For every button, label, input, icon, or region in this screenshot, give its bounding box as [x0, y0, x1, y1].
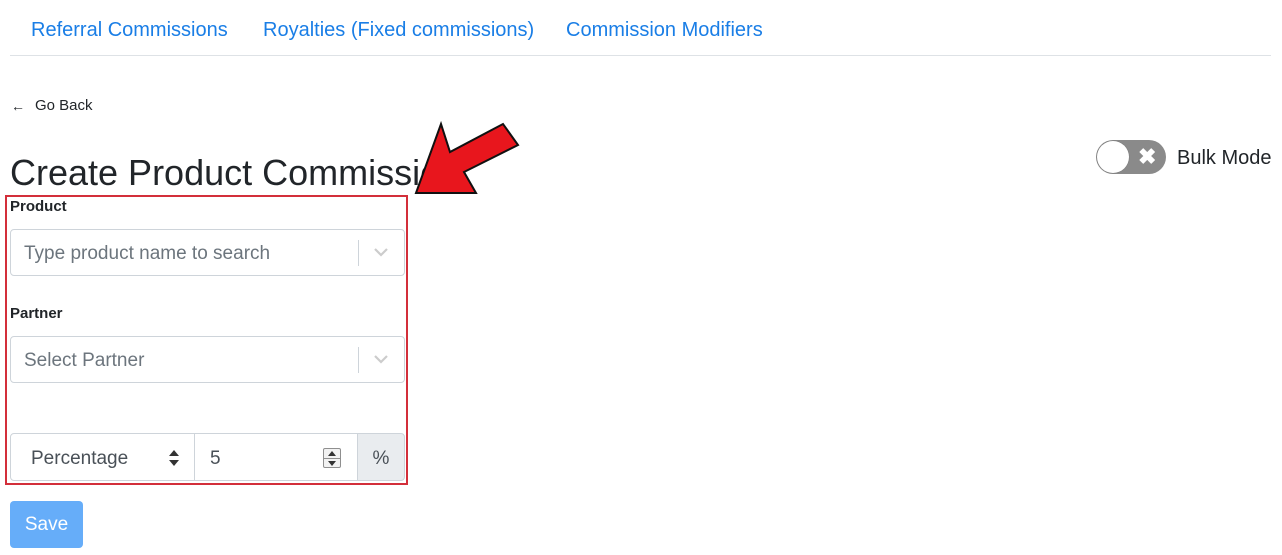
chevron-down-icon[interactable]: [371, 349, 391, 369]
commission-amount-input[interactable]: 5: [194, 433, 358, 481]
commission-input-group: Percentage 5 %: [10, 433, 405, 481]
product-placeholder: Type product name to search: [24, 243, 271, 264]
select-separator: [358, 347, 359, 373]
product-label: Product: [10, 198, 67, 215]
commission-amount-value: 5: [210, 448, 221, 469]
toggle-knob: [1097, 141, 1129, 173]
tab-commission-modifiers[interactable]: Commission Modifiers: [566, 19, 763, 42]
annotation-arrow-icon: [414, 120, 520, 194]
arrow-left-icon: ←: [11, 97, 25, 114]
spinner-up-icon[interactable]: [328, 451, 336, 456]
bulk-mode-toggle[interactable]: ✖: [1096, 140, 1166, 174]
chevron-down-icon[interactable]: [371, 242, 391, 262]
go-back-link[interactable]: ← Go Back: [11, 97, 93, 114]
commission-type-select[interactable]: Percentage: [10, 433, 195, 481]
tab-referral-commissions[interactable]: Referral Commissions: [31, 19, 228, 42]
go-back-label: Go Back: [35, 97, 93, 114]
percent-addon: %: [357, 433, 405, 481]
spinner-down-icon[interactable]: [328, 461, 336, 466]
partner-label: Partner: [10, 305, 63, 322]
page-title: Create Product Commission: [10, 152, 461, 194]
commission-tabs: Referral Commissions Royalties (Fixed co…: [10, 0, 1271, 56]
spinner-divider: [324, 458, 340, 459]
x-icon: ✖: [1138, 144, 1157, 169]
commission-type-value: Percentage: [31, 448, 129, 469]
number-spinner[interactable]: [323, 448, 341, 468]
tab-royalties[interactable]: Royalties (Fixed commissions): [263, 19, 534, 42]
save-button[interactable]: Save: [10, 501, 83, 548]
partner-select[interactable]: Select Partner: [10, 336, 405, 383]
select-separator: [358, 240, 359, 266]
product-select[interactable]: Type product name to search: [10, 229, 405, 276]
bulk-mode-label: Bulk Mode: [1177, 147, 1272, 169]
sort-updown-icon: [169, 450, 179, 466]
percent-unit: %: [372, 448, 390, 469]
partner-placeholder: Select Partner: [24, 350, 145, 371]
